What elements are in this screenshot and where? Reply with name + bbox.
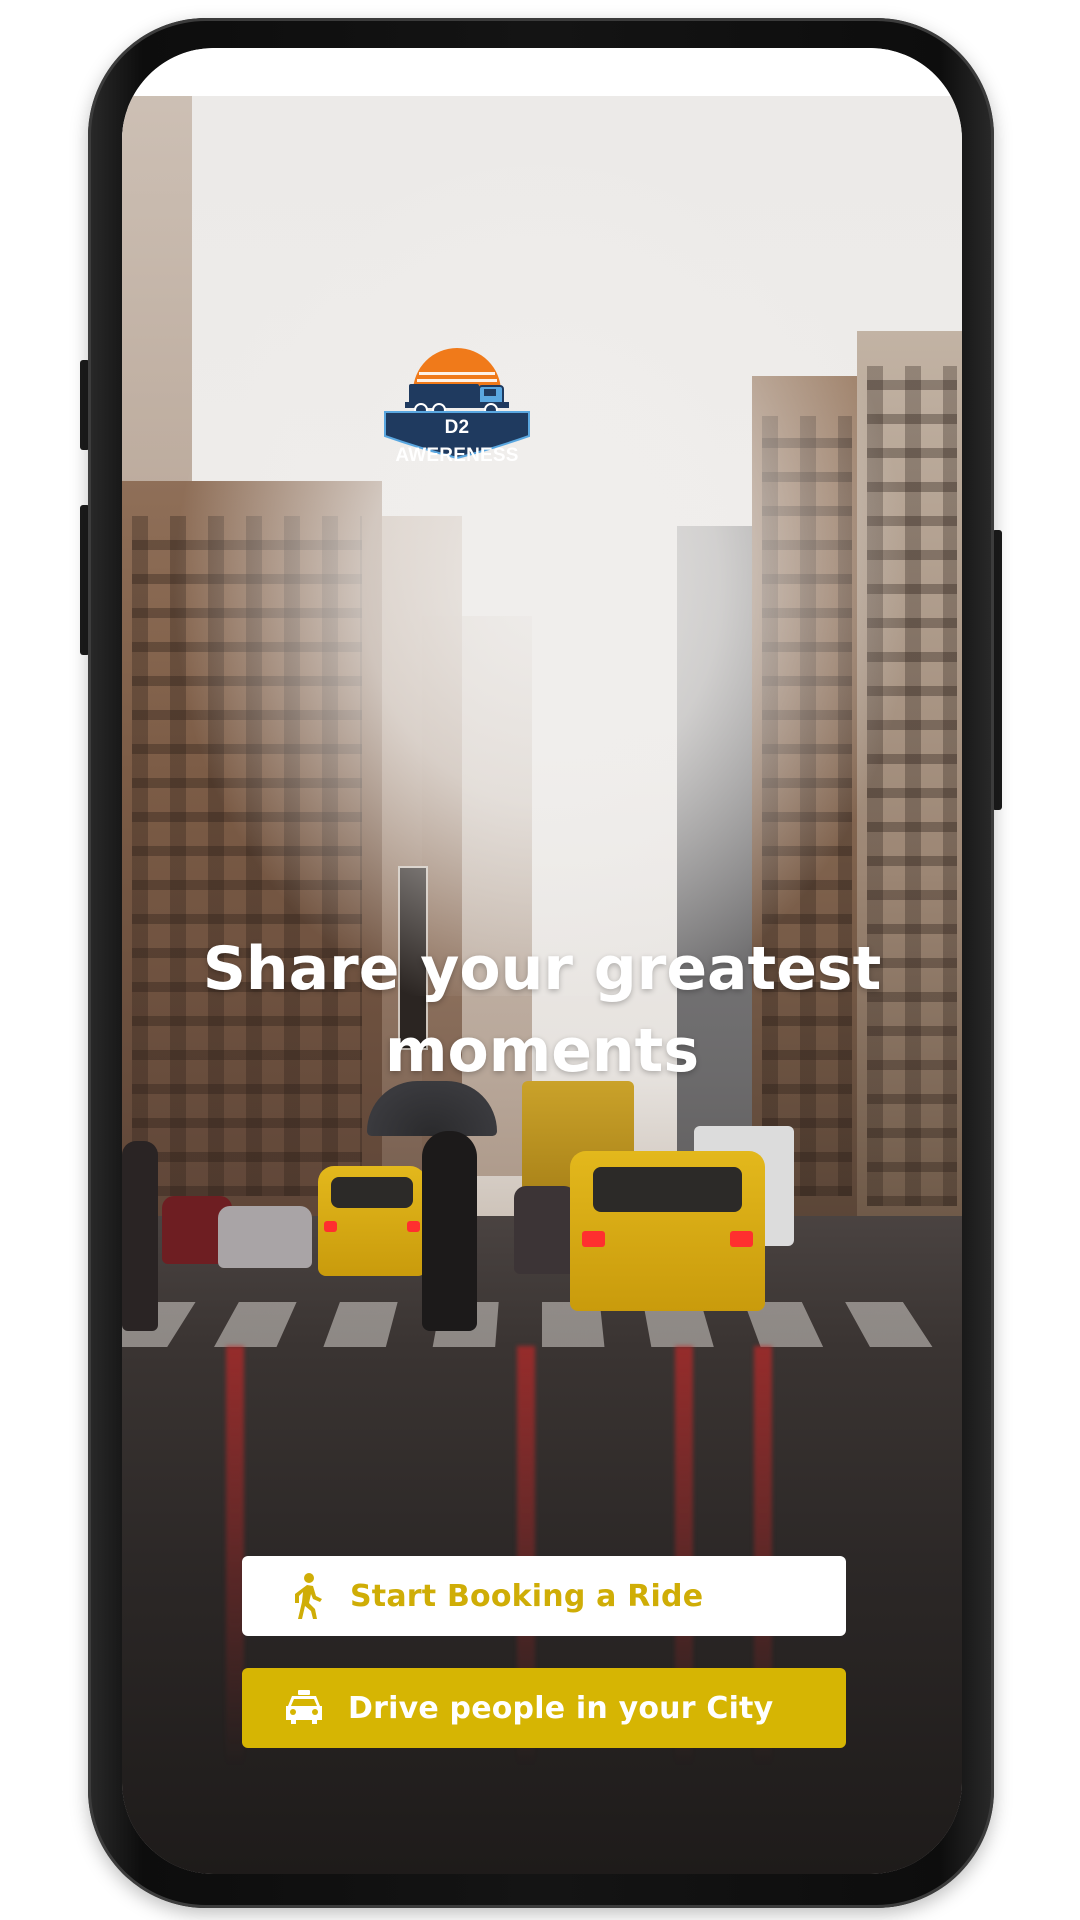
walking-person-icon: [288, 1572, 328, 1620]
drive-people-button[interactable]: Drive people in your City: [242, 1668, 846, 1748]
hero-headline: Share your greatest moments: [202, 934, 882, 1086]
fog-overlay: [122, 96, 962, 996]
app-screen: D2 AWERENESS Share your greatest moments…: [122, 48, 962, 1874]
car: [514, 1186, 576, 1274]
car: [218, 1206, 312, 1268]
taxi: [570, 1151, 765, 1311]
taxi: [318, 1166, 426, 1276]
logo-wordmark: D2 AWERENESS: [395, 417, 519, 466]
drive-people-label: Drive people in your City: [348, 1690, 774, 1726]
device-mockup: D2 AWERENESS Share your greatest moments…: [0, 0, 1080, 1920]
pedestrian: [422, 1131, 477, 1331]
status-bar: [122, 48, 962, 96]
app-logo: D2 AWERENESS: [379, 348, 535, 466]
pedestrian: [122, 1141, 158, 1331]
start-booking-ride-label: Start Booking a Ride: [350, 1578, 704, 1614]
start-booking-ride-button[interactable]: Start Booking a Ride: [242, 1556, 846, 1636]
car-icon: [284, 1684, 324, 1732]
